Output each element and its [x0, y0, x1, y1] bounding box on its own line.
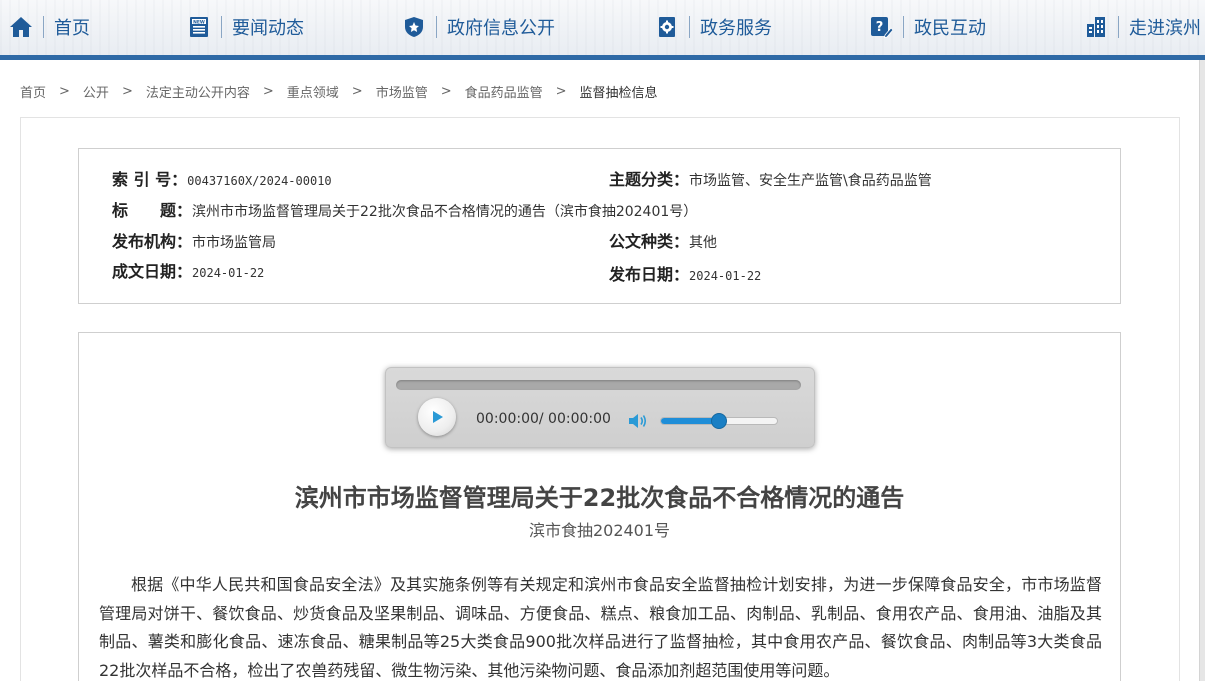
meta-title-value: 滨州市市场监督管理局关于22批次食品不合格情况的通告（滨市食抽202401号）: [192, 204, 698, 220]
meta-issuer-value: 市市场监管局: [192, 235, 277, 251]
meta-doctype-label: 公文种类：: [609, 232, 690, 251]
meta-title-label: 标 题：: [112, 201, 193, 220]
news-icon: NEW: [186, 14, 212, 40]
breadcrumb-separator: >: [440, 83, 452, 99]
breadcrumb-separator: >: [262, 83, 274, 99]
nav-item-gov-info[interactable]: 政府信息公开: [401, 12, 555, 42]
breadcrumb-separator: >: [121, 83, 133, 99]
nav-item-home[interactable]: 首页: [8, 12, 90, 42]
nav-label: 首页: [54, 18, 90, 39]
meta-published-date: 发布日期： 2024-01-22: [609, 261, 761, 285]
nav-separator: [436, 16, 437, 38]
document-number: 滨市食抽202401号: [528, 521, 671, 540]
nav-label: 政务服务: [700, 18, 772, 39]
breadcrumb-item-market[interactable]: 市场监管: [376, 82, 428, 101]
top-navigation: [0, 0, 1205, 55]
nav-item-interaction[interactable]: ? 政民互动: [868, 12, 986, 42]
meta-issuer-label: 发布机构：: [112, 232, 193, 251]
header-background: [0, 0, 1205, 55]
nav-label: 要闻动态: [232, 18, 304, 39]
nav-item-services[interactable]: 政务服务: [654, 12, 772, 42]
shield-icon: [401, 14, 427, 40]
breadcrumb-item-key-areas[interactable]: 重点领域: [287, 82, 339, 101]
home-icon: [8, 14, 34, 40]
breadcrumb-item-statutory[interactable]: 法定主动公开内容: [146, 82, 250, 101]
nav-accent-bar: [0, 55, 1205, 60]
meta-index: 索 引 号： 00437160X/2024-00010: [112, 166, 332, 190]
breadcrumb-separator: >: [555, 83, 567, 99]
document-paragraph: 根据《中华人民共和国食品安全法》及其实施条例等有关规定和滨州市食品安全监督抽检计…: [99, 575, 1102, 680]
meta-doctype: 公文种类： 其他: [609, 228, 717, 252]
meta-category-value: 市场监管、安全生产监管\食品药品监管: [689, 173, 932, 189]
meta-title: 标 题： 滨州市市场监督管理局关于22批次食品不合格情况的通告（滨市食抽2024…: [112, 197, 697, 221]
breadcrumb-item-public[interactable]: 公开: [83, 82, 109, 101]
breadcrumb: 首页 > 公开 > 法定主动公开内容 > 重点领域 > 市场监管 > 食品药品监…: [20, 82, 658, 101]
question-edit-icon: ?: [868, 14, 894, 40]
meta-issuer: 发布机构： 市市场监管局: [112, 228, 276, 252]
document-title: 滨州市市场监督管理局关于22批次食品不合格情况的通告: [294, 484, 905, 512]
volume-slider-handle[interactable]: [711, 413, 727, 429]
breadcrumb-separator: >: [59, 83, 70, 99]
breadcrumb-item-home[interactable]: 首页: [20, 82, 46, 101]
meta-index-value: 00437160X/2024-00010: [187, 174, 332, 188]
nav-item-about-binzhou[interactable]: 走进滨州: [1083, 12, 1201, 42]
building-icon: [1083, 14, 1109, 40]
meta-written-value: 2024-01-22: [192, 266, 265, 280]
breadcrumb-item-food-drug[interactable]: 食品药品监管: [465, 82, 543, 101]
meta-index-label: 索 引 号：: [112, 170, 188, 189]
nav-separator: [903, 16, 904, 38]
volume-slider[interactable]: [660, 413, 778, 429]
meta-category-label: 主题分类：: [609, 170, 690, 189]
nav-label: 政民互动: [914, 18, 986, 39]
nav-item-news[interactable]: NEW 要闻动态: [186, 12, 304, 42]
play-button[interactable]: [418, 398, 456, 436]
nav-label: 政府信息公开: [447, 18, 555, 39]
meta-doctype-value: 其他: [689, 235, 718, 251]
volume-icon[interactable]: [628, 412, 648, 430]
play-icon: [433, 411, 443, 423]
meta-published-value: 2024-01-22: [689, 269, 762, 283]
audio-player: 00:00:00/ 00:00:00: [385, 367, 815, 448]
audio-time: 00:00:00/ 00:00:00: [476, 411, 611, 427]
breadcrumb-separator: >: [351, 83, 363, 99]
gear-doc-icon: [654, 14, 680, 40]
nav-separator: [1118, 16, 1119, 38]
svg-text:?: ?: [876, 20, 884, 35]
breadcrumb-item-current: 监督抽检信息: [579, 85, 658, 101]
nav-separator: [689, 16, 690, 38]
page-scrollbar[interactable]: [1199, 60, 1205, 681]
meta-written-date: 成文日期： 2024-01-22: [112, 258, 264, 282]
meta-published-label: 发布日期：: [609, 265, 690, 284]
nav-separator: [221, 16, 222, 38]
meta-category: 主题分类： 市场监管、安全生产监管\食品药品监管: [609, 166, 932, 190]
svg-text:NEW: NEW: [193, 19, 205, 25]
nav-separator: [43, 16, 44, 38]
nav-label: 走进滨州: [1129, 18, 1201, 39]
audio-progress-bar[interactable]: [396, 380, 801, 390]
meta-written-label: 成文日期：: [112, 262, 193, 281]
